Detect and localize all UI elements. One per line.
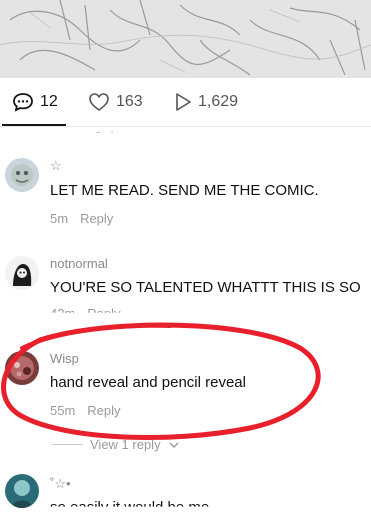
comment-username[interactable]: notnormal (50, 256, 108, 271)
chevron-down-icon (169, 437, 179, 452)
avatar[interactable] (5, 158, 39, 192)
comments-count: 12 (40, 93, 58, 110)
comment-username[interactable]: Wisp (50, 351, 79, 366)
avatar[interactable] (5, 256, 39, 290)
reply-button[interactable]: Reply (87, 403, 120, 418)
view-replies-label: View 1 reply (90, 437, 161, 452)
reply-button[interactable]: Reply (87, 306, 120, 313)
views-count: 1,629 (198, 93, 239, 110)
video-thumbnail-sketch (0, 0, 371, 78)
comment-text: YOU'RE SO TALENTED WHATTT THIS IS SO (50, 279, 361, 296)
views-stat: 1,629 (174, 92, 238, 112)
comment-meta: 55m Reply (50, 403, 121, 418)
engagement-stats-bar: 12 163 1,629 (0, 78, 371, 127)
comment-time: 5m (50, 211, 69, 226)
comment-text: so easily it would be me (50, 499, 210, 516)
comment-time: 42m (50, 306, 76, 321)
comment-text: hand reveal and pencil reveal (50, 374, 246, 391)
likes-stat[interactable]: 163 (88, 92, 143, 112)
divider-line (52, 444, 82, 445)
comment-time: 55m (50, 403, 76, 418)
comment-meta: 42m Reply (50, 306, 121, 321)
avatar[interactable] (5, 474, 39, 508)
reply-button[interactable]: Reply (80, 211, 113, 226)
comment-text: LET ME READ. SEND ME THE COMIC. (50, 182, 319, 199)
likes-count: 163 (116, 93, 143, 110)
heart-icon (88, 92, 110, 112)
avatar[interactable] (5, 351, 39, 385)
play-icon (174, 92, 192, 112)
comment-username[interactable]: ☆ (50, 158, 62, 174)
comment-bubble-icon (12, 92, 34, 112)
comments-tab[interactable]: 12 (12, 92, 58, 112)
clipped-previous-comment: - · (96, 124, 118, 139)
view-replies-button[interactable]: View 1 reply (52, 437, 179, 452)
comment-meta: 5m Reply (50, 211, 113, 226)
active-tab-indicator (2, 124, 66, 126)
comment-username[interactable]: ˚☆• (50, 476, 71, 492)
